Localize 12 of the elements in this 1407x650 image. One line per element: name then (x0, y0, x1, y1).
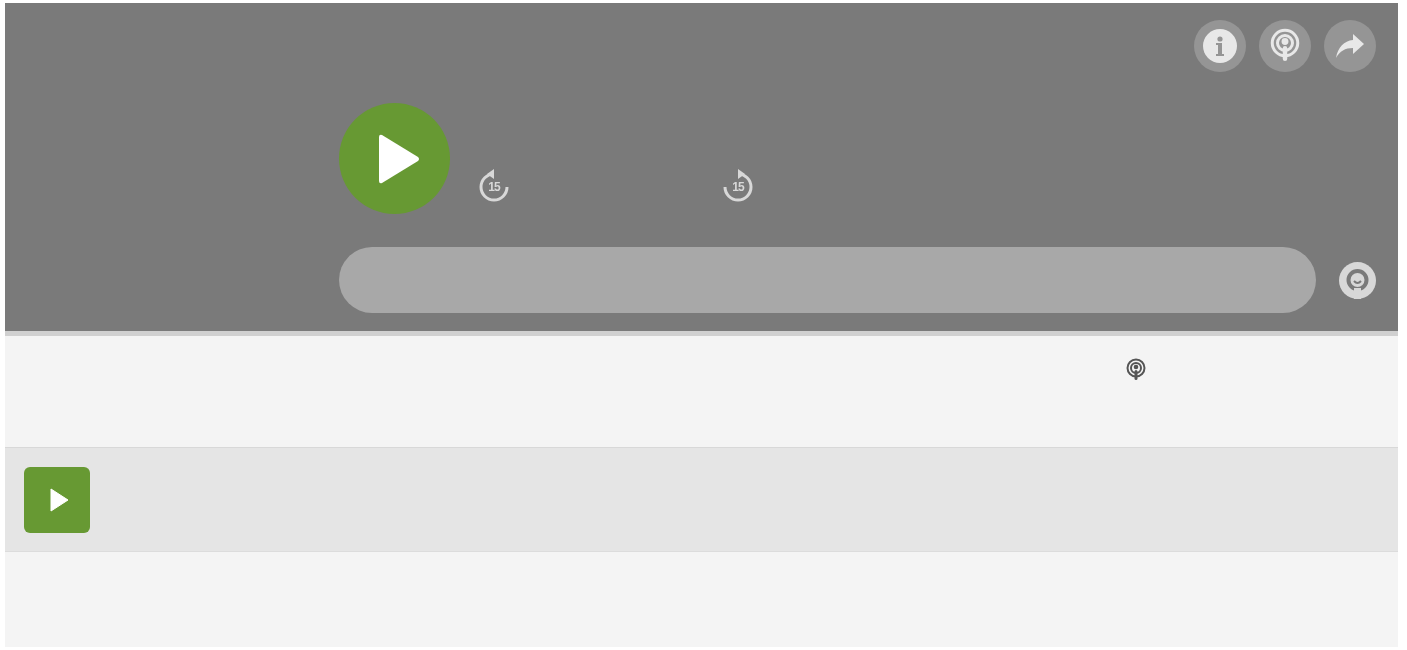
podcast-button[interactable] (1259, 20, 1311, 72)
listener-icon (1339, 261, 1376, 299)
play-icon (49, 487, 69, 512)
share-icon (1335, 33, 1365, 59)
play-icon (377, 132, 420, 185)
share-button[interactable] (1324, 20, 1376, 72)
info-icon (1203, 29, 1237, 63)
episode-play-button[interactable] (24, 466, 90, 533)
podcast-icon (1124, 358, 1148, 382)
info-button[interactable] (1194, 20, 1246, 72)
skip-forward-button[interactable]: 15 (720, 168, 756, 204)
skip-back-button[interactable]: 15 (476, 168, 512, 204)
